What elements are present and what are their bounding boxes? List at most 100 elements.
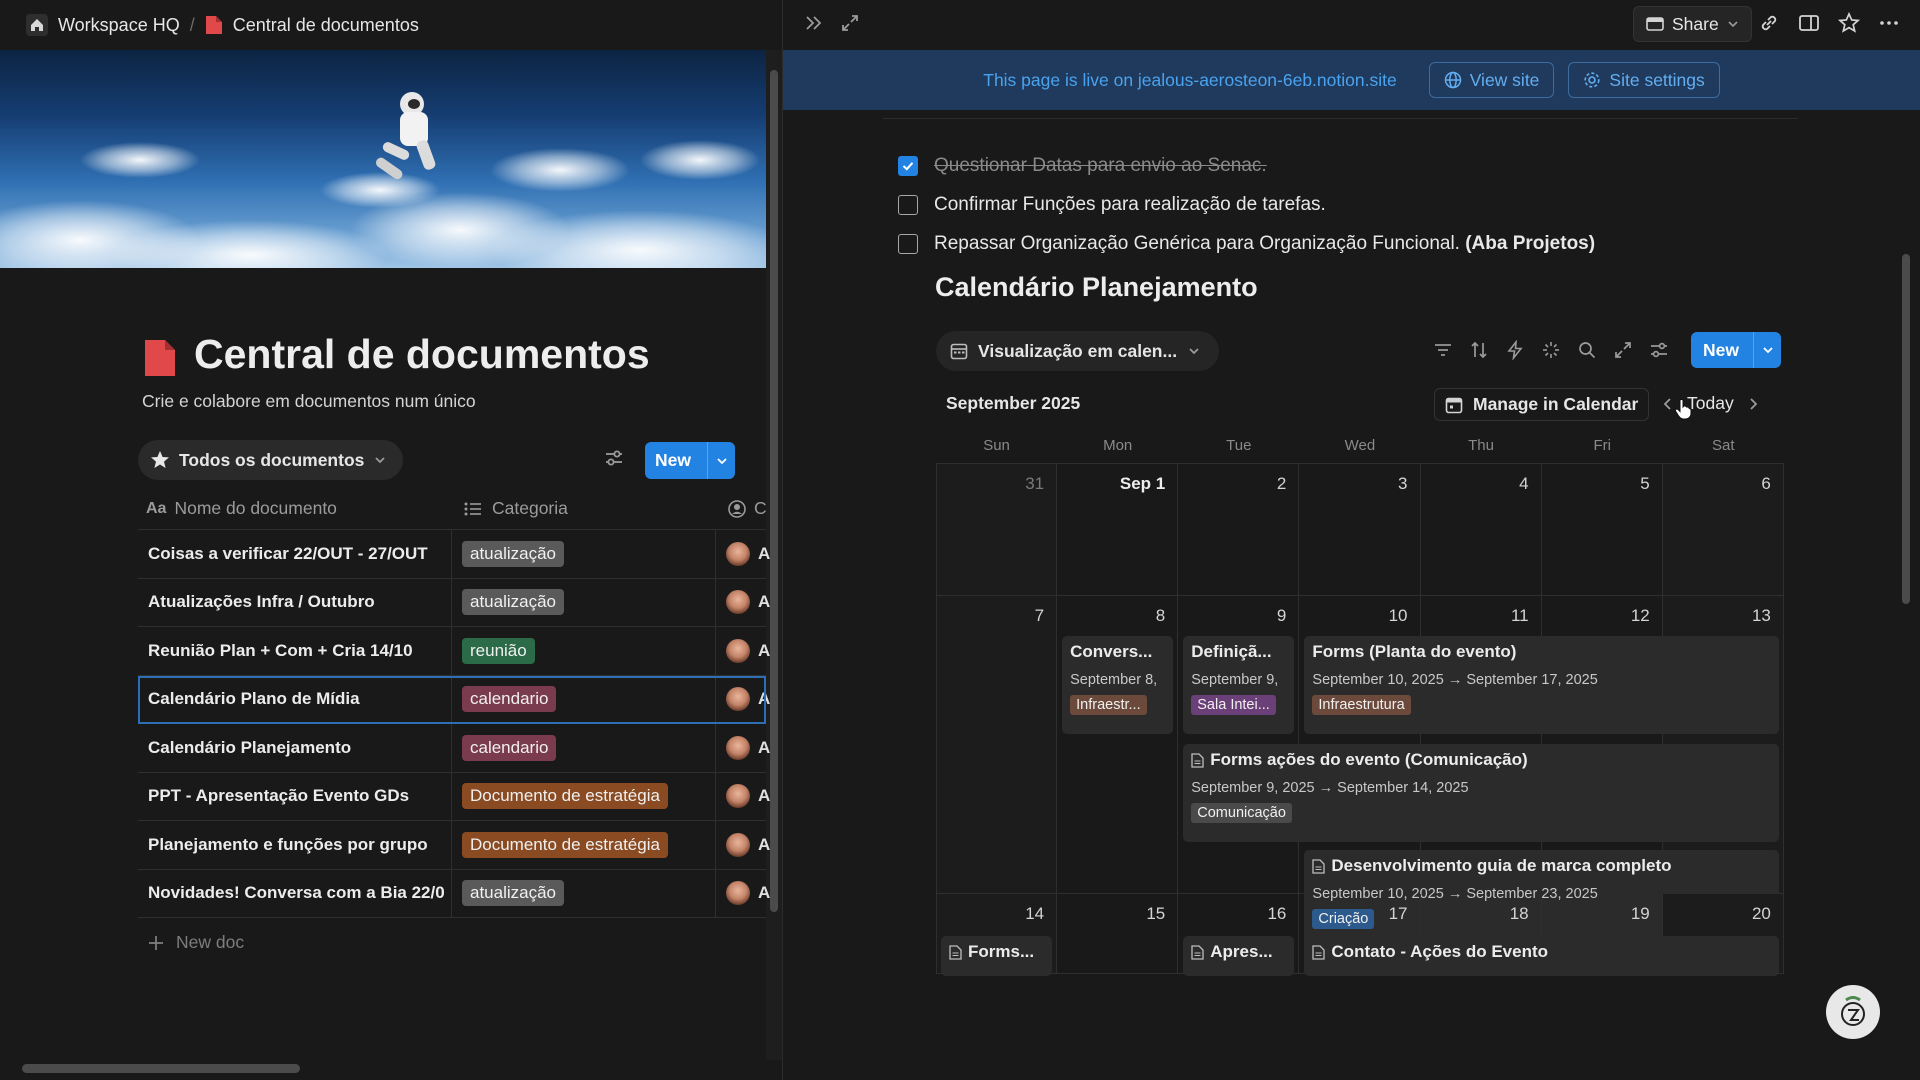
document-name-cell[interactable]: Reunião Plan + Com + Cria 14/10 [138,627,452,675]
sort-icon[interactable] [1469,340,1489,360]
created-by-cell[interactable]: A [716,881,770,906]
calendar-event[interactable]: Definiçã... September 9, Sala Intei... [1183,636,1295,734]
chevron-down-icon[interactable] [1754,343,1781,357]
created-by-cell[interactable]: A [716,541,770,566]
category-cell[interactable]: atualização [452,869,716,917]
manage-in-calendar-button[interactable]: Manage in Calendar [1434,388,1650,421]
automation-bolt-icon[interactable] [1505,340,1525,360]
category-cell[interactable]: calendario [452,724,716,772]
table-row[interactable]: Reunião Plan + Com + Cria 14/10 reunião A [138,627,770,676]
created-by-cell[interactable]: A [716,687,770,712]
table-row[interactable]: Atualizações Infra / Outubro atualização A [138,578,770,627]
todo-item[interactable]: Questionar Datas para envio ao Senac. [898,155,1267,177]
calendar-title[interactable]: Calendário Planejamento [935,272,1258,303]
search-icon[interactable] [1577,340,1597,360]
view-site-button[interactable]: View site [1428,62,1555,98]
next-month-icon[interactable] [1746,396,1760,412]
category-cell[interactable]: reunião [452,627,716,675]
calendar-event[interactable]: Apres... [1183,936,1295,976]
category-cell[interactable]: atualização [452,530,716,578]
table-row[interactable]: Calendário Planejamento calendario A [138,724,770,773]
document-name-cell[interactable]: Calendário Plano de Mídia [138,675,452,723]
todo-item[interactable]: Repassar Organização Genérica para Organ… [898,233,1595,255]
category-cell[interactable]: atualização [452,578,716,626]
chevron-down-icon[interactable] [708,454,735,468]
calendar-day-cell[interactable]: 3 [1299,464,1421,595]
todo-checkbox[interactable] [898,156,918,176]
vertical-scrollbar-thumb[interactable] [1902,254,1910,604]
new-doc-button[interactable]: New doc [148,932,244,953]
table-row[interactable]: PPT - Apresentação Evento GDs Documento d… [138,772,770,821]
column-header-created-by[interactable]: C [716,498,767,519]
document-name-cell[interactable]: Coisas a verificar 22/OUT - 27/OUT [138,530,452,578]
settings-sliders-icon[interactable] [1649,340,1669,360]
calendar-event[interactable]: Forms... [941,936,1053,976]
new-document-button[interactable]: New [645,442,735,479]
todo-checkbox[interactable] [898,195,918,215]
view-tab-all-documents[interactable]: Todos os documentos [138,440,404,480]
previous-month-icon[interactable] [1661,396,1675,412]
todo-checkbox[interactable] [898,234,918,254]
document-name-cell[interactable]: PPT - Apresentação Evento GDs [138,772,452,820]
calendar-event[interactable]: Forms (Planta do evento) September 10, 20… [1304,636,1779,734]
created-by-cell[interactable]: A [716,638,770,663]
calendar-day-cell[interactable]: 31 [936,464,1058,595]
horizontal-scrollbar-thumb[interactable] [22,1064,300,1073]
calendar-event[interactable]: Convers... September 8, Infraestr... [1062,636,1174,734]
column-header-name[interactable]: Aa Nome do documento [138,498,452,519]
table-row[interactable]: Calendário Plano de Mídia calendario A [138,675,770,724]
site-settings-button[interactable]: Site settings [1568,62,1720,98]
side-peek-icon[interactable] [1798,12,1820,34]
calendar-day-cell[interactable]: 7 [936,596,1058,893]
vertical-scrollbar-thumb[interactable] [770,70,778,912]
created-by-cell[interactable]: A [716,832,770,857]
calendar-day-cell[interactable]: 5 [1542,464,1663,595]
category-cell[interactable]: calendario [452,675,716,723]
star-icon[interactable] [1838,12,1860,34]
page-document-icon[interactable] [143,338,177,378]
document-name-cell[interactable]: Novidades! Conversa com a Bia 22/0 [138,869,452,917]
calendar-day-cell[interactable]: 15 [1057,894,1179,973]
ai-sparkle-icon[interactable] [1541,340,1561,360]
site-live-text[interactable]: This page is live on jealous-aerosteon-6… [983,70,1396,91]
close-peek-icon[interactable] [803,12,825,34]
open-full-page-icon[interactable] [1613,340,1633,360]
notion-ai-avatar-icon[interactable] [1826,985,1880,1039]
cover-image[interactable] [0,50,766,268]
category-cell[interactable]: Documento de estratégia [452,772,716,820]
home-icon [26,14,48,36]
calendar-day-cell[interactable]: 2 [1178,464,1300,595]
breadcrumb-workspace-label: Workspace HQ [58,14,180,35]
created-by-cell[interactable]: A [716,784,770,809]
page-description[interactable]: Crie e colabore em documentos num único [142,391,476,412]
document-name-cell[interactable]: Calendário Planejamento [138,724,452,772]
documents-table: Aa Nome do documento Categoria C Coisas … [138,488,770,918]
column-header-category[interactable]: Categoria [452,498,716,519]
filter-icon[interactable] [1433,340,1453,360]
document-name-cell[interactable]: Atualizações Infra / Outubro [138,578,452,626]
calendar-event[interactable]: Forms ações do evento (Comunicação) Septe… [1183,744,1779,842]
more-options-icon[interactable] [1878,12,1900,34]
calendar-day-cell[interactable]: 6 [1662,464,1784,595]
calendar-view-selector[interactable]: Visualização em calen... [936,331,1219,371]
table-row[interactable]: Novidades! Conversa com a Bia 22/0 atuali… [138,869,770,918]
calendar-new-button[interactable]: New [1691,332,1781,368]
today-button[interactable]: Today [1687,393,1734,414]
link-icon[interactable] [1758,12,1780,34]
view-settings-icon[interactable] [604,448,624,468]
calendar-day-cell[interactable]: 4 [1421,464,1542,595]
breadcrumb-workspace[interactable]: Workspace HQ [26,14,180,36]
table-row[interactable]: Coisas a verificar 22/OUT - 27/OUT atuali… [138,530,770,579]
expand-icon[interactable] [839,12,861,34]
created-by-cell[interactable]: A [716,735,770,760]
todo-item[interactable]: Confirmar Funções para realização de tar… [898,194,1326,216]
breadcrumb-page[interactable]: Central de documentos [205,15,419,36]
page-title[interactable]: Central de documentos [194,331,650,378]
calendar-day-cell[interactable]: Sep 1 [1057,464,1179,595]
category-cell[interactable]: Documento de estratégia [452,821,716,869]
document-name-cell[interactable]: Planejamento e funções por grupo [138,821,452,869]
created-by-cell[interactable]: A [716,590,770,615]
calendar-event[interactable]: Contato - Ações do Evento [1304,936,1779,976]
share-button[interactable]: Share [1633,6,1752,42]
table-row[interactable]: Planejamento e funções por grupo Document… [138,821,770,870]
